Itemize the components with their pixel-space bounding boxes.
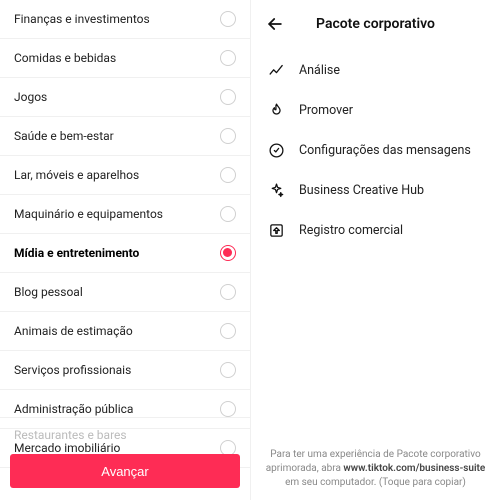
truncated-category-row: Restaurantes e bares [0, 417, 250, 452]
footer-hint[interactable]: Para ter uma experiência de Pacote corpo… [265, 448, 486, 490]
category-label: Mídia e entretenimento [14, 246, 139, 260]
category-label: Administração pública [14, 402, 133, 416]
category-label: Blog pessoal [14, 285, 83, 299]
radio-button[interactable] [220, 11, 236, 27]
sparkle-icon [267, 181, 285, 199]
menu-item-label: Business Creative Hub [299, 183, 424, 198]
footer-link: www.tiktok.com/business-suite [343, 463, 485, 474]
category-row[interactable]: Comidas e bebidas [0, 39, 250, 78]
category-row[interactable]: Saúde e bem-estar [0, 117, 250, 156]
category-label: Maquinário e equipamentos [14, 207, 163, 221]
category-row[interactable]: Blog pessoal [0, 273, 250, 312]
menu-list: Análise Promover Configurações das mensage… [251, 44, 500, 256]
category-label: Finanças e investimentos [14, 12, 150, 26]
radio-button[interactable] [220, 89, 236, 105]
category-row[interactable]: Lar, móveis e aparelhos [0, 156, 250, 195]
category-row[interactable]: Animais de estimação [0, 312, 250, 351]
radio-button[interactable] [220, 323, 236, 339]
category-label: Comidas e bebidas [14, 51, 116, 65]
page-title: Pacote corporativo [265, 16, 486, 32]
category-label: Animais de estimação [14, 324, 133, 338]
menu-item[interactable]: Registro comercial [251, 210, 500, 250]
category-label: Jogos [14, 90, 47, 104]
category-row[interactable]: Finanças e investimentos [0, 0, 250, 39]
category-row[interactable]: Jogos [0, 78, 250, 117]
category-label: Lar, móveis e aparelhos [14, 168, 139, 182]
menu-item[interactable]: Promover [251, 90, 500, 130]
radio-button[interactable] [220, 401, 236, 417]
category-label: Serviços profissionais [14, 363, 131, 377]
menu-item-label: Registro comercial [299, 223, 403, 238]
category-list: Finanças e investimentos Comidas e bebida… [0, 0, 250, 468]
business-suite-panel: Pacote corporativo Análise Promover Config… [250, 0, 500, 500]
category-row[interactable]: Mídia e entretenimento [0, 234, 250, 273]
category-select-panel: Finanças e investimentos Comidas e bebida… [0, 0, 250, 500]
menu-item-label: Configurações das mensagens [299, 143, 471, 158]
category-row[interactable]: Serviços profissionais [0, 351, 250, 390]
radio-button[interactable] [220, 245, 236, 261]
analytics-icon [267, 61, 285, 79]
menu-item[interactable]: Business Creative Hub [251, 170, 500, 210]
menu-item[interactable]: Configurações das mensagens [251, 130, 500, 170]
radio-button[interactable] [220, 128, 236, 144]
radio-button[interactable] [220, 206, 236, 222]
flame-icon [267, 101, 285, 119]
radio-button[interactable] [220, 362, 236, 378]
menu-item[interactable]: Análise [251, 50, 500, 90]
footer-text-post: em seu computador. (Toque para copiar) [285, 477, 466, 488]
next-button[interactable]: Avançar [10, 454, 240, 488]
radio-button[interactable] [220, 167, 236, 183]
clock-check-icon [267, 141, 285, 159]
menu-item-label: Análise [299, 63, 340, 78]
radio-button[interactable] [220, 284, 236, 300]
register-icon [267, 221, 285, 239]
category-row[interactable]: Maquinário e equipamentos [0, 195, 250, 234]
header: Pacote corporativo [251, 0, 500, 44]
menu-item-label: Promover [299, 103, 353, 118]
radio-button[interactable] [220, 50, 236, 66]
category-label: Saúde e bem-estar [14, 129, 114, 143]
